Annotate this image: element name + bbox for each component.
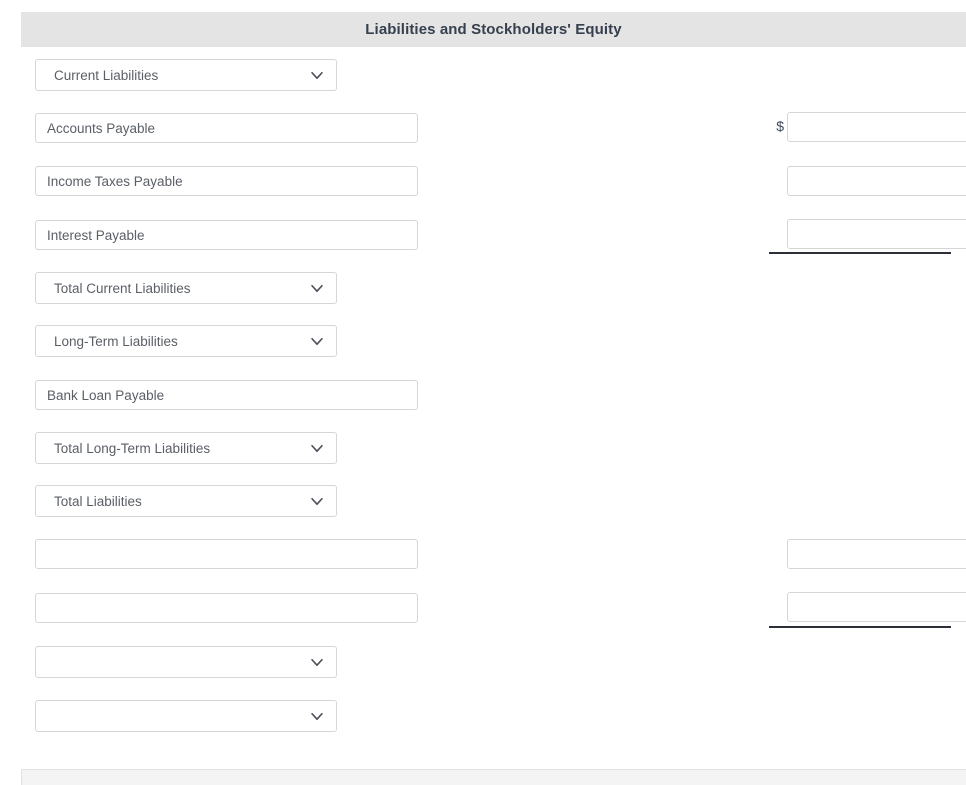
account-input-empty-2[interactable] (35, 593, 418, 623)
select-value-label: Total Current Liabilities (54, 280, 191, 296)
chevron-down-icon (308, 279, 326, 297)
chevron-down-icon (308, 66, 326, 84)
select-value-label: Total Long-Term Liabilities (54, 440, 211, 456)
currency-symbol: $ (776, 118, 784, 134)
footer-bar (21, 769, 966, 785)
input-value-label: Income Taxes Payable (47, 173, 183, 189)
subtotal-rule-current-liabilities (769, 252, 951, 254)
input-value-label: Bank Loan Payable (47, 387, 165, 403)
chevron-down-icon (308, 707, 326, 725)
select-value-label: Total Liabilities (54, 493, 142, 509)
account-input-accounts-payable[interactable]: Accounts Payable (35, 113, 418, 143)
chevron-down-icon (308, 653, 326, 671)
chevron-down-icon (308, 492, 326, 510)
page-title: Liabilities and Stockholders' Equity (365, 21, 622, 38)
category-select-total-liabilities[interactable]: Total Liabilities (35, 485, 337, 517)
category-select-total-current-liabilities[interactable]: Total Current Liabilities (35, 272, 337, 304)
account-input-bank-loan-payable[interactable]: Bank Loan Payable (35, 380, 418, 410)
category-select-total-long-term-liabilities[interactable]: Total Long-Term Liabilities (35, 432, 337, 464)
select-value-label: Long-Term Liabilities (54, 333, 178, 349)
category-select-long-term-liabilities[interactable]: Long-Term Liabilities (35, 325, 337, 357)
category-select-empty-2[interactable] (35, 700, 337, 732)
chevron-down-icon (308, 439, 326, 457)
category-select-empty-1[interactable] (35, 646, 337, 678)
account-input-empty-1[interactable] (35, 539, 418, 569)
section-header: Liabilities and Stockholders' Equity (21, 12, 966, 47)
amount-input-empty-2[interactable] (787, 592, 966, 622)
amount-input-interest-payable[interactable] (787, 219, 966, 249)
select-value-label: Current Liabilities (54, 67, 159, 83)
balance-sheet-panel: Liabilities and Stockholders' Equity Cur… (21, 0, 966, 785)
amount-input-income-taxes-payable[interactable] (787, 166, 966, 196)
input-value-label: Accounts Payable (47, 120, 156, 136)
category-select-current-liabilities[interactable]: Current Liabilities (35, 59, 337, 91)
input-value-label: Interest Payable (47, 227, 145, 243)
amount-input-accounts-payable[interactable] (787, 112, 966, 142)
subtotal-rule-bottom (769, 626, 951, 628)
chevron-down-icon (308, 332, 326, 350)
amount-input-empty-1[interactable] (787, 539, 966, 569)
account-input-interest-payable[interactable]: Interest Payable (35, 220, 418, 250)
account-input-income-taxes-payable[interactable]: Income Taxes Payable (35, 166, 418, 196)
